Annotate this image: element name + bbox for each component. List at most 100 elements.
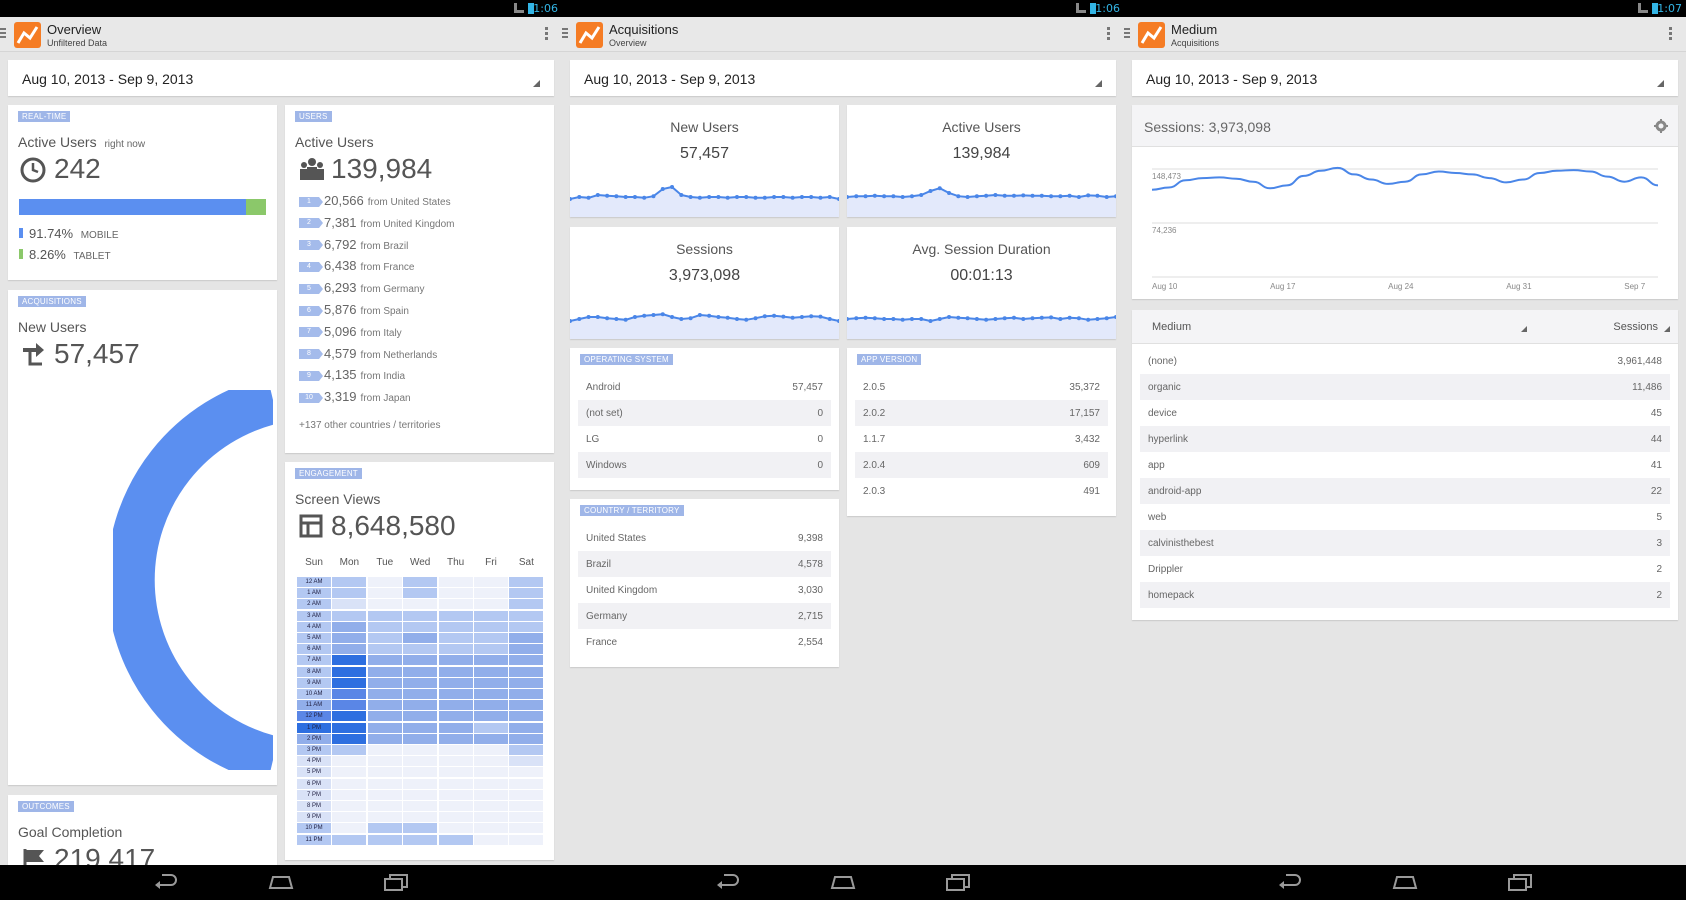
list-item[interactable]: 2 7,381 from United Kingdom <box>299 215 454 230</box>
card-label: New Users <box>18 319 87 335</box>
heatmap-cell <box>332 767 367 778</box>
table-row[interactable]: Brazil 4,578 <box>578 551 831 577</box>
table-row[interactable]: homepack 2 <box>1140 582 1670 608</box>
sessions-chart-card[interactable]: Sessions: 3,973,098 148,473 74,236 Aug 10 A… <box>1132 105 1678 299</box>
table-row[interactable]: Android 57,457 <box>578 374 831 400</box>
stat-card[interactable]: Active Users 139,984 <box>847 105 1116 217</box>
table-row[interactable]: United Kingdom 3,030 <box>578 577 831 603</box>
table-row[interactable]: (none) 3,961,448 <box>1140 348 1670 374</box>
heatmap-cell <box>474 700 508 711</box>
heatmap-cell <box>403 756 438 767</box>
sparkline-point <box>1002 316 1007 321</box>
mobile-swatch <box>19 228 23 238</box>
stat-card[interactable]: New Users 57,457 <box>570 105 839 217</box>
heatmap-cell <box>332 610 367 621</box>
table-row[interactable]: 2.0.3 491 <box>855 478 1108 504</box>
x-tick-label: Sep 7 <box>1624 282 1645 291</box>
outcomes-card[interactable]: OUTCOMES Goal Completion 219,417 <box>8 795 277 875</box>
operating-system-card[interactable]: OPERATING SYSTEM Android 57,457 (not set) 0… <box>570 348 839 490</box>
medium-table-card[interactable]: Medium Sessions (none) 3,961,448 organic 11… <box>1132 310 1678 620</box>
date-range-selector[interactable]: Aug 10, 2013 - Sep 9, 2013 <box>8 60 554 96</box>
overflow-menu-icon[interactable] <box>1107 27 1110 42</box>
table-row[interactable]: device 45 <box>1140 400 1670 426</box>
analytics-logo[interactable] <box>576 22 603 48</box>
app-version-card[interactable]: APP VERSION 2.0.5 35,372 2.0.2 17,157 1.1.7 3… <box>847 348 1116 516</box>
table-row[interactable]: Drippler 2 <box>1140 556 1670 582</box>
sparkline-point <box>1049 315 1054 320</box>
back-icon[interactable] <box>153 873 179 891</box>
table-row[interactable]: LG 0 <box>578 426 831 452</box>
heatmap-cell <box>367 610 402 621</box>
row-value: 44 <box>1650 434 1662 445</box>
back-icon[interactable] <box>1277 873 1303 891</box>
status-bar: 1:06 <box>0 0 562 17</box>
stat-title: Active Users <box>942 119 1021 135</box>
table-row[interactable]: android-app 22 <box>1140 478 1670 504</box>
new-users-donut <box>113 390 273 770</box>
list-item[interactable]: 10 3,319 from Japan <box>299 389 411 404</box>
list-item[interactable]: 3 6,792 from Brazil <box>299 237 408 252</box>
drawer-icon[interactable] <box>1124 28 1130 40</box>
date-range-selector[interactable]: Aug 10, 2013 - Sep 9, 2013 <box>570 60 1116 96</box>
recents-icon[interactable] <box>383 873 409 891</box>
drawer-icon[interactable] <box>562 28 568 40</box>
drawer-icon[interactable] <box>0 28 6 40</box>
list-item[interactable]: 6 5,876 from Spain <box>299 302 409 317</box>
overflow-menu-icon[interactable] <box>1669 27 1672 42</box>
list-item[interactable]: 9 4,135 from India <box>299 367 405 382</box>
home-icon[interactable] <box>830 873 856 891</box>
realtime-card[interactable]: REAL-TIME Active Users right now 242 91.… <box>8 105 277 280</box>
engagement-card[interactable]: ENGAGEMENT Screen Views 8,648,580 Sun Mon… <box>285 462 554 860</box>
sparkline-point <box>965 195 970 199</box>
list-item[interactable]: 7 5,096 from Italy <box>299 324 402 339</box>
row-value: 22 <box>1650 486 1662 497</box>
home-icon[interactable] <box>268 873 294 891</box>
table-row[interactable]: 2.0.5 35,372 <box>855 374 1108 400</box>
table-row[interactable]: United States 9,398 <box>578 525 831 551</box>
table-row[interactable]: 2.0.2 17,157 <box>855 400 1108 426</box>
overflow-menu-icon[interactable] <box>545 27 548 42</box>
medium-column-header[interactable]: Medium <box>1152 321 1191 333</box>
back-icon[interactable] <box>715 873 741 891</box>
heatmap-cell <box>438 745 473 755</box>
stat-card[interactable]: Avg. Session Duration 00:01:13 <box>847 227 1116 339</box>
list-item[interactable]: 5 6,293 from Germany <box>299 280 424 295</box>
sparkline-point <box>984 317 989 322</box>
table-row[interactable]: calvinisthebest 3 <box>1140 530 1670 556</box>
table-row[interactable]: France 2,554 <box>578 629 831 655</box>
people-icon <box>300 158 324 180</box>
more-countries-link[interactable]: +137 other countries / territories <box>299 420 440 431</box>
home-icon[interactable] <box>1392 873 1418 891</box>
table-row[interactable]: (not set) 0 <box>578 400 831 426</box>
analytics-logo[interactable] <box>14 22 41 48</box>
sort-icon[interactable] <box>1521 326 1527 332</box>
list-item[interactable]: 1 20,566 from United States <box>299 193 451 208</box>
sort-icon[interactable] <box>1664 326 1670 332</box>
table-row[interactable]: app 41 <box>1140 452 1670 478</box>
recents-icon[interactable] <box>945 873 971 891</box>
recents-icon[interactable] <box>1507 873 1533 891</box>
table-row[interactable]: web 5 <box>1140 504 1670 530</box>
analytics-logo[interactable] <box>1138 22 1165 48</box>
date-range-selector[interactable]: Aug 10, 2013 - Sep 9, 2013 <box>1132 60 1678 96</box>
table-row[interactable]: Germany 2,715 <box>578 603 831 629</box>
users-card[interactable]: USERS Active Users 139,984 1 20,566 from U… <box>285 105 554 453</box>
heatmap-cell <box>332 745 367 755</box>
heatmap-cell <box>474 756 508 767</box>
list-item[interactable]: 8 4,579 from Netherlands <box>299 346 437 361</box>
gear-icon[interactable] <box>1654 119 1668 133</box>
stat-card[interactable]: Sessions 3,973,098 <box>570 227 839 339</box>
sessions-column-header[interactable]: Sessions <box>1613 321 1658 333</box>
table-row[interactable]: organic 11,486 <box>1140 374 1670 400</box>
page-title: Medium <box>1171 22 1218 37</box>
heatmap-cell <box>403 767 438 778</box>
table-row[interactable]: hyperlink 44 <box>1140 426 1670 452</box>
table-row[interactable]: 1.1.7 3,432 <box>855 426 1108 452</box>
sparkline-point <box>595 315 600 319</box>
list-item[interactable]: 4 6,438 from France <box>299 258 414 273</box>
table-row[interactable]: 2.0.4 609 <box>855 452 1108 478</box>
acquisitions-card[interactable]: ACQUISITIONS New Users 57,457 <box>8 290 277 785</box>
country-card[interactable]: COUNTRY / TERRITORY United States 9,398 Br… <box>570 499 839 667</box>
table-row[interactable]: Windows 0 <box>578 452 831 478</box>
heatmap-hour-label: 6 AM <box>297 644 331 655</box>
